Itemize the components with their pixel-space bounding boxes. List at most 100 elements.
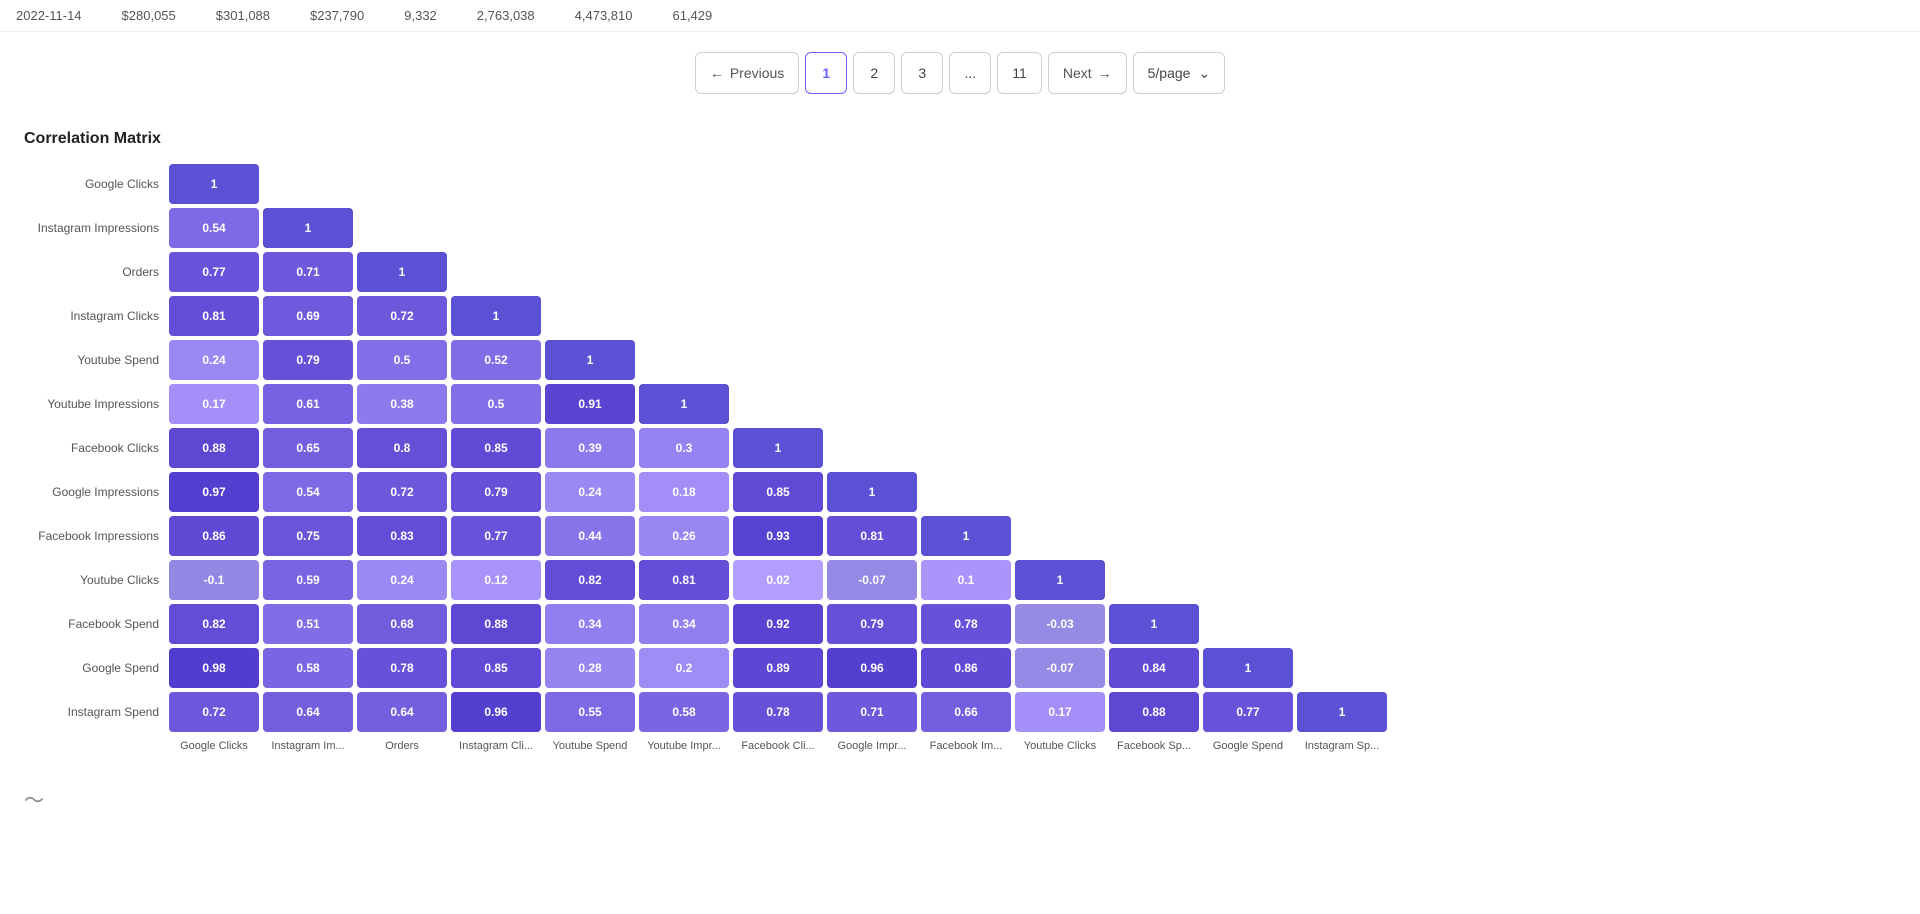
col2-cell: $301,088 [216,8,270,23]
next-arrow-icon: → [1098,65,1112,81]
matrix-cell: 1 [639,384,729,424]
row-label: Instagram Spend [24,705,169,719]
page-1-button[interactable]: 1 [805,52,847,94]
matrix-cell: 0.85 [451,648,541,688]
matrix-cell: 0.88 [1109,692,1199,732]
matrix-cell: 0.12 [451,560,541,600]
matrix-cell: 0.86 [169,516,259,556]
matrix-cell: 0.79 [451,472,541,512]
matrix-cell: 0.96 [451,692,541,732]
matrix-cell: 0.72 [357,472,447,512]
matrix-cell: 0.55 [545,692,635,732]
page-3-button[interactable]: 3 [901,52,943,94]
col-label: Orders [357,740,447,752]
matrix-cell: 0.8 [357,428,447,468]
row-label: Facebook Impressions [24,529,169,543]
matrix-cell: 1 [357,252,447,292]
col-label: Google Impr... [827,740,917,752]
matrix-cell: 0.83 [357,516,447,556]
matrix-cell: 0.78 [733,692,823,732]
col6-cell: 4,473,810 [575,8,633,23]
page-11-button[interactable]: 11 [997,52,1042,94]
matrix-cell: 0.65 [263,428,353,468]
per-page-value: 5/page [1148,65,1191,81]
matrix-cell: 1 [733,428,823,468]
matrix-cell: 0.28 [545,648,635,688]
row-label: Youtube Clicks [24,573,169,587]
col-label: Facebook Sp... [1109,740,1199,752]
matrix-cell: 0.1 [921,560,1011,600]
matrix-cell: 0.52 [451,340,541,380]
matrix-cell: 1 [169,164,259,204]
matrix-cell: 0.24 [357,560,447,600]
matrix-cell: 0.02 [733,560,823,600]
matrix-cell: 0.51 [263,604,353,644]
matrix-cell: 1 [827,472,917,512]
matrix-cell: 0.77 [451,516,541,556]
matrix-cell: 1 [1203,648,1293,688]
matrix-cell: 0.54 [263,472,353,512]
matrix-cell: 1 [1297,692,1387,732]
matrix-cell: -0.07 [827,560,917,600]
matrix-cell: 0.34 [545,604,635,644]
matrix-cell: 0.72 [357,296,447,336]
matrix-cell: 0.2 [639,648,729,688]
next-button[interactable]: Next → [1048,52,1127,94]
matrix-cell: 0.77 [1203,692,1293,732]
pagination-container: ← Previous 1 2 3 ... 11 Next → 5/page ⌄ [0,32,1920,118]
matrix-cell: 0.54 [169,208,259,248]
matrix-cell: 0.38 [357,384,447,424]
top-row: 2022-11-14 $280,055 $301,088 $237,790 9,… [0,0,1920,32]
matrix-cell: 0.92 [733,604,823,644]
col5-cell: 2,763,038 [477,8,535,23]
col-label: Google Clicks [169,740,259,752]
col3-cell: $237,790 [310,8,364,23]
matrix-cell: 0.34 [639,604,729,644]
matrix-row: Instagram Clicks0.810.690.721 [24,296,1896,336]
page-ellipsis-button[interactable]: ... [949,52,991,94]
matrix-row: Facebook Spend0.820.510.680.880.340.340.… [24,604,1896,644]
matrix-cell: 0.17 [1015,692,1105,732]
bottom-icon-area: 〜 [0,776,1920,821]
col-label: Youtube Impr... [639,740,729,752]
matrix-cell: 0.81 [827,516,917,556]
matrix-cell: 0.68 [357,604,447,644]
matrix-cell: 0.81 [639,560,729,600]
row-label: Instagram Impressions [24,221,169,235]
matrix-row: Instagram Impressions0.541 [24,208,1896,248]
matrix-row: Youtube Impressions0.170.610.380.50.911 [24,384,1896,424]
matrix-cell: 0.79 [827,604,917,644]
matrix-cell: 0.64 [357,692,447,732]
matrix-cell: 0.72 [169,692,259,732]
row-label: Youtube Impressions [24,397,169,411]
matrix-cell: -0.1 [169,560,259,600]
matrix-row: Google Spend0.980.580.780.850.280.20.890… [24,648,1896,688]
col-label: Facebook Cli... [733,740,823,752]
matrix-container: Google Clicks1Instagram Impressions0.541… [24,164,1896,752]
matrix-cell: 0.88 [169,428,259,468]
matrix-cell: 0.17 [169,384,259,424]
col-label: Instagram Im... [263,740,353,752]
prev-label: Previous [730,65,784,81]
matrix-cell: 0.66 [921,692,1011,732]
matrix-cell: 0.39 [545,428,635,468]
matrix-cell: 0.58 [639,692,729,732]
matrix-cell: 1 [545,340,635,380]
matrix-cell: 0.69 [263,296,353,336]
matrix-cell: 0.24 [169,340,259,380]
matrix-cell: 0.84 [1109,648,1199,688]
matrix-cell: 1 [263,208,353,248]
matrix-cell: 0.85 [451,428,541,468]
prev-button[interactable]: ← Previous [695,52,799,94]
matrix-cell: 0.96 [827,648,917,688]
matrix-cell: 0.75 [263,516,353,556]
matrix-cell: 0.71 [263,252,353,292]
matrix-cell: 0.77 [169,252,259,292]
page-2-button[interactable]: 2 [853,52,895,94]
matrix-cell: 0.89 [733,648,823,688]
matrix-row: Google Impressions0.970.540.720.790.240.… [24,472,1896,512]
per-page-select[interactable]: 5/page ⌄ [1133,52,1226,94]
matrix-row: Facebook Impressions0.860.750.830.770.44… [24,516,1896,556]
col-label: Youtube Spend [545,740,635,752]
row-label: Facebook Spend [24,617,169,631]
